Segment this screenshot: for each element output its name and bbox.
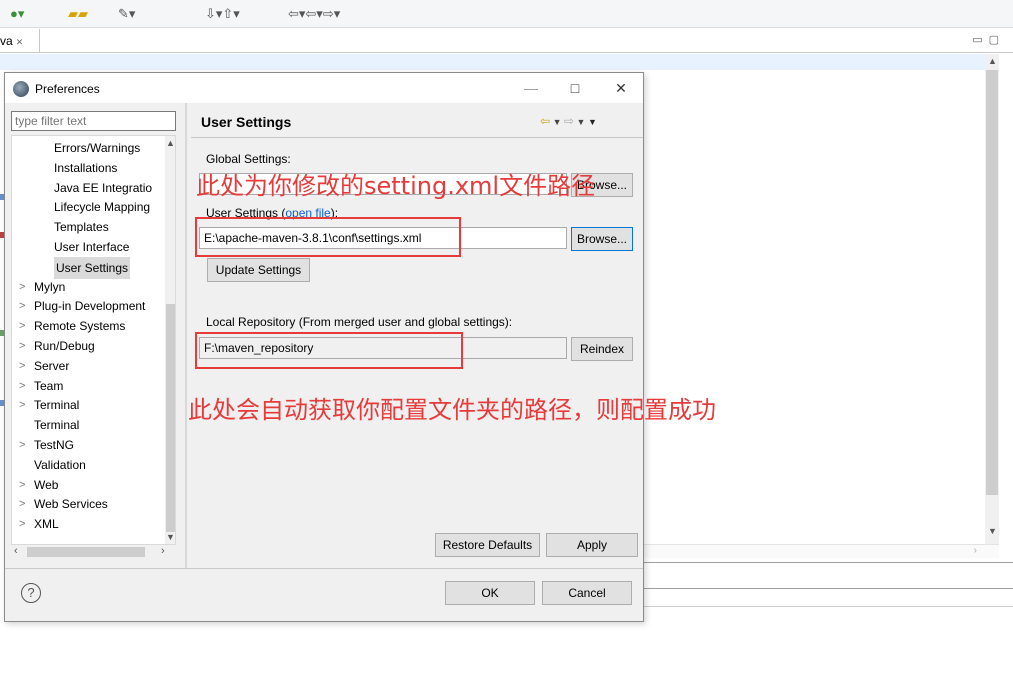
- user-browse-button[interactable]: Browse...: [571, 227, 633, 251]
- annotation-box-user-settings: [195, 217, 461, 257]
- back-arrow-icon[interactable]: ⇦: [540, 114, 550, 128]
- reindex-button[interactable]: Reindex: [571, 337, 633, 361]
- editor-horizontal-scrollbar[interactable]: ›: [640, 544, 999, 558]
- page-navigation: ⇦ ▼ ⇨ ▼ ▼: [540, 114, 597, 128]
- tree-item-label: Plug-in Development: [34, 299, 146, 314]
- footer-separator: [5, 568, 643, 569]
- scroll-left-icon[interactable]: ‹: [14, 545, 18, 557]
- expand-arrow-icon[interactable]: >: [19, 475, 31, 495]
- local-repository-label: Local Repository (From merged user and g…: [206, 315, 513, 329]
- view-menu-icon[interactable]: ▼: [588, 117, 597, 127]
- annotation-nav-icon[interactable]: ⇩▾⇧▾: [205, 6, 240, 22]
- annotation-text-top: 此处为你修改的setting.xml文件路径: [196, 172, 596, 200]
- expand-arrow-icon[interactable]: >: [19, 376, 31, 396]
- scroll-right-icon[interactable]: ›: [974, 545, 977, 556]
- tree-item-label: Server: [34, 358, 70, 373]
- tree-item-label: Terminal: [34, 418, 80, 433]
- expand-arrow-icon[interactable]: >: [19, 494, 31, 514]
- run-icon[interactable]: ●▾: [10, 6, 24, 22]
- expand-arrow-icon[interactable]: >: [19, 316, 31, 336]
- cancel-button[interactable]: Cancel: [542, 581, 632, 605]
- tree-item-label: TestNG: [34, 438, 75, 452]
- page-title: User Settings: [201, 114, 292, 130]
- expand-arrow-icon[interactable]: >: [19, 356, 31, 376]
- editor-tab-label: va: [0, 34, 13, 48]
- dialog-title: Preferences: [35, 82, 100, 96]
- tree-item-label: Team: [34, 378, 64, 393]
- expand-arrow-icon[interactable]: >: [19, 296, 31, 316]
- maximize-button[interactable]: □: [565, 78, 585, 98]
- tree-item-label: Templates: [54, 220, 109, 235]
- scroll-up-icon[interactable]: ▲: [988, 56, 997, 66]
- close-icon[interactable]: ✕: [16, 37, 24, 47]
- tree-item-label: Web Services: [34, 497, 108, 512]
- page-separator: [191, 137, 643, 138]
- preferences-tree: > XML > Web Services > Web Validation > TestNG Te…: [11, 135, 176, 545]
- ok-button[interactable]: OK: [445, 581, 535, 605]
- ide-toolbar: ●▾ ▰▰ ✎▾ ⇩▾⇧▾ ⇦▾⇦▾⇨▾: [0, 0, 1013, 28]
- tree-item-label: XML: [34, 517, 59, 532]
- update-settings-button[interactable]: Update Settings: [207, 258, 310, 282]
- tree-item-label: Terminal: [34, 398, 80, 413]
- close-button[interactable]: ✕: [611, 78, 631, 98]
- scroll-thumb[interactable]: [986, 70, 998, 495]
- editor-vertical-scrollbar[interactable]: ▲ ▼: [985, 54, 999, 544]
- chevron-down-icon[interactable]: ▼: [574, 117, 588, 127]
- apply-button[interactable]: Apply: [546, 533, 638, 557]
- tree-item-label: Run/Debug: [34, 339, 95, 353]
- tree-vertical-scrollbar[interactable]: ▲ ▼: [165, 136, 175, 544]
- scroll-down-icon[interactable]: ▼: [988, 526, 997, 536]
- scroll-up-icon[interactable]: ▲: [166, 138, 175, 148]
- dialog-titlebar[interactable]: Preferences — □ ✕: [5, 73, 643, 103]
- tree-item-label: Installations: [54, 160, 118, 175]
- eclipse-icon: [13, 81, 29, 97]
- expand-arrow-icon[interactable]: >: [19, 514, 31, 534]
- panel-divider: [640, 588, 1013, 589]
- minimize-button[interactable]: —: [521, 78, 541, 98]
- history-nav-icon[interactable]: ⇦▾⇦▾⇨▾: [288, 6, 340, 22]
- annotation-box-local-repository: [195, 332, 463, 369]
- tree-horizontal-scrollbar[interactable]: ‹ ›: [11, 545, 176, 559]
- panel-divider: [640, 562, 1013, 563]
- open-folder-icon[interactable]: ▰▰: [68, 6, 88, 22]
- expand-arrow-icon[interactable]: >: [19, 277, 31, 297]
- annotation-text-bottom: 此处会自动获取你配置文件夹的路径，则配置成功: [188, 396, 716, 424]
- tree-item-label: Validation: [34, 457, 86, 472]
- tree-item-label: Lifecycle Mapping: [54, 200, 151, 215]
- tree-item-label: User Settings: [54, 256, 131, 279]
- scroll-right-icon[interactable]: ›: [161, 545, 165, 557]
- help-icon[interactable]: ?: [21, 583, 41, 603]
- filter-input[interactable]: [11, 111, 176, 131]
- tree-item-label: Web: [34, 477, 59, 492]
- expand-arrow-icon[interactable]: >: [19, 336, 31, 356]
- editor-current-line: [0, 54, 985, 70]
- tree-item-label: Mylyn: [34, 279, 66, 294]
- restore-defaults-button[interactable]: Restore Defaults: [435, 533, 540, 557]
- dialog-sash[interactable]: [185, 103, 187, 569]
- expand-arrow-icon[interactable]: >: [19, 395, 31, 415]
- maximize-view-icon[interactable]: ▢: [989, 34, 1005, 46]
- editor-tabbar: va ✕ ▭▢: [0, 29, 1013, 53]
- scroll-thumb[interactable]: [27, 547, 145, 557]
- expand-arrow-icon[interactable]: >: [19, 435, 31, 455]
- scroll-thumb[interactable]: [166, 304, 175, 532]
- tree-item-label: Java EE Integratio: [54, 180, 153, 195]
- view-controls: ▭▢: [972, 33, 1005, 46]
- forward-arrow-icon[interactable]: ⇨: [564, 114, 574, 128]
- tree-item-label: Remote Systems: [34, 319, 126, 334]
- chevron-down-icon[interactable]: ▼: [550, 117, 564, 127]
- global-settings-label: Global Settings:: [206, 152, 291, 166]
- tree-item-label: Errors/Warnings: [54, 141, 141, 155]
- tree-item-label: User Interface: [54, 240, 130, 254]
- editor-tab[interactable]: va ✕: [0, 29, 40, 53]
- panel-divider: [640, 606, 1013, 607]
- minimize-view-icon[interactable]: ▭: [972, 34, 988, 46]
- scroll-down-icon[interactable]: ▼: [166, 532, 175, 542]
- pencil-icon[interactable]: ✎▾: [118, 6, 135, 22]
